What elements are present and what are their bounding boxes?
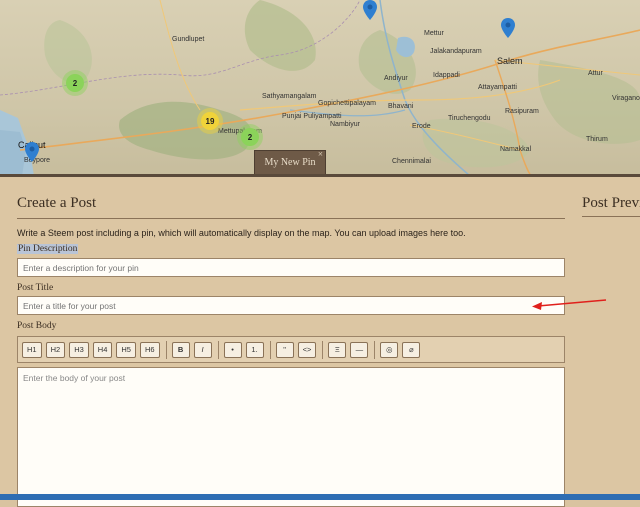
- bullet-list-button[interactable]: •: [223, 341, 242, 358]
- post-body-textarea[interactable]: Enter the body of your post: [17, 367, 565, 507]
- heading4-button[interactable]: H4: [92, 341, 113, 358]
- post-title-label: Post Title: [17, 283, 54, 293]
- pin-description-label: Pin Description: [17, 244, 79, 254]
- form-description: Write a Steem post including a pin, whic…: [17, 228, 466, 238]
- map-cluster[interactable]: 19: [201, 112, 219, 130]
- create-post-heading: Create a Post: [17, 195, 565, 219]
- cluster-count: 2: [72, 78, 78, 88]
- city-label: Idappadi: [433, 72, 460, 79]
- map-view[interactable]: Gundlupet Sathyamangalam Gopichettipalay…: [0, 0, 640, 176]
- heading5-button[interactable]: H5: [116, 341, 136, 358]
- city-label: Salem: [497, 56, 523, 66]
- city-label: Chennimalai: [392, 158, 431, 165]
- toolbar-separator: [322, 340, 324, 359]
- toolbar-separator: [217, 340, 219, 359]
- cluster-count: 2: [247, 132, 253, 142]
- code-button[interactable]: <>: [297, 341, 317, 358]
- city-label: Attayampatti: [478, 84, 517, 91]
- post-preview-heading: Post Previ: [582, 195, 640, 211]
- heading2-button[interactable]: H2: [45, 341, 66, 358]
- city-label: Jalakandapuram: [430, 48, 482, 55]
- map-pin-icon[interactable]: [363, 0, 377, 20]
- post-panel: Create a Post Write a Steem post includi…: [0, 177, 640, 507]
- red-arrow-icon: [532, 299, 607, 310]
- horizontal-rule-button[interactable]: —: [350, 341, 369, 358]
- numbered-list-button[interactable]: 1.: [245, 341, 264, 358]
- map-cluster[interactable]: 2: [66, 74, 84, 92]
- post-body-placeholder: Enter the body of your post: [23, 373, 126, 383]
- toolbar-separator: [269, 340, 271, 359]
- city-label: Gundlupet: [172, 36, 205, 43]
- cluster-count: 19: [205, 116, 215, 126]
- city-label: Nambiyur: [330, 121, 360, 128]
- map-pin-icon[interactable]: [25, 142, 39, 162]
- image-button[interactable]: ◎: [380, 341, 399, 358]
- heading1-button[interactable]: H1: [22, 341, 42, 358]
- post-body-label: Post Body: [17, 321, 57, 331]
- toolbar-separator: [374, 340, 376, 359]
- bold-button[interactable]: B: [171, 341, 190, 358]
- quote-button[interactable]: ": [275, 341, 294, 358]
- city-label: Gopichettipalayam: [318, 100, 376, 107]
- preview-divider: [582, 216, 640, 217]
- tab-label: My New Pin: [264, 157, 316, 168]
- center-align-button[interactable]: Ξ: [328, 341, 347, 358]
- create-post-form: Create a Post Write a Steem post includi…: [17, 177, 565, 507]
- map-cluster[interactable]: 2: [241, 128, 259, 146]
- city-label: Viragano: [612, 95, 640, 102]
- city-label: Andiyur: [384, 75, 408, 82]
- city-label: Mettur: [424, 30, 444, 37]
- post-title-input[interactable]: [17, 296, 565, 315]
- my-new-pin-tab[interactable]: My New Pin ×: [254, 149, 326, 174]
- city-label: Namakkal: [500, 146, 532, 153]
- city-label: Tiruchengodu: [448, 115, 491, 122]
- pin-description-input[interactable]: [17, 258, 565, 277]
- heading3-button[interactable]: H3: [69, 341, 89, 358]
- city-label: Attur: [588, 70, 603, 77]
- toolbar-separator: [165, 340, 167, 359]
- city-label: Rasipuram: [505, 108, 539, 115]
- city-label: Bhavani: [388, 103, 414, 110]
- close-icon[interactable]: ×: [318, 149, 323, 159]
- map-pin-icon[interactable]: [501, 18, 515, 38]
- taskbar: [0, 494, 640, 500]
- city-label: Thirum: [586, 136, 608, 143]
- city-label: Punjai Puliyampatti: [282, 113, 342, 120]
- city-label: Sathyamangalam: [262, 93, 317, 100]
- heading6-button[interactable]: H6: [139, 341, 160, 358]
- link-button[interactable]: ⌀: [402, 341, 421, 358]
- city-label: Erode: [412, 123, 431, 130]
- italic-button[interactable]: I: [193, 341, 212, 358]
- editor-toolbar: H1 H2 H3 H4 H5 H6 B I • 1. " <> Ξ — ◎ ⌀: [17, 336, 565, 363]
